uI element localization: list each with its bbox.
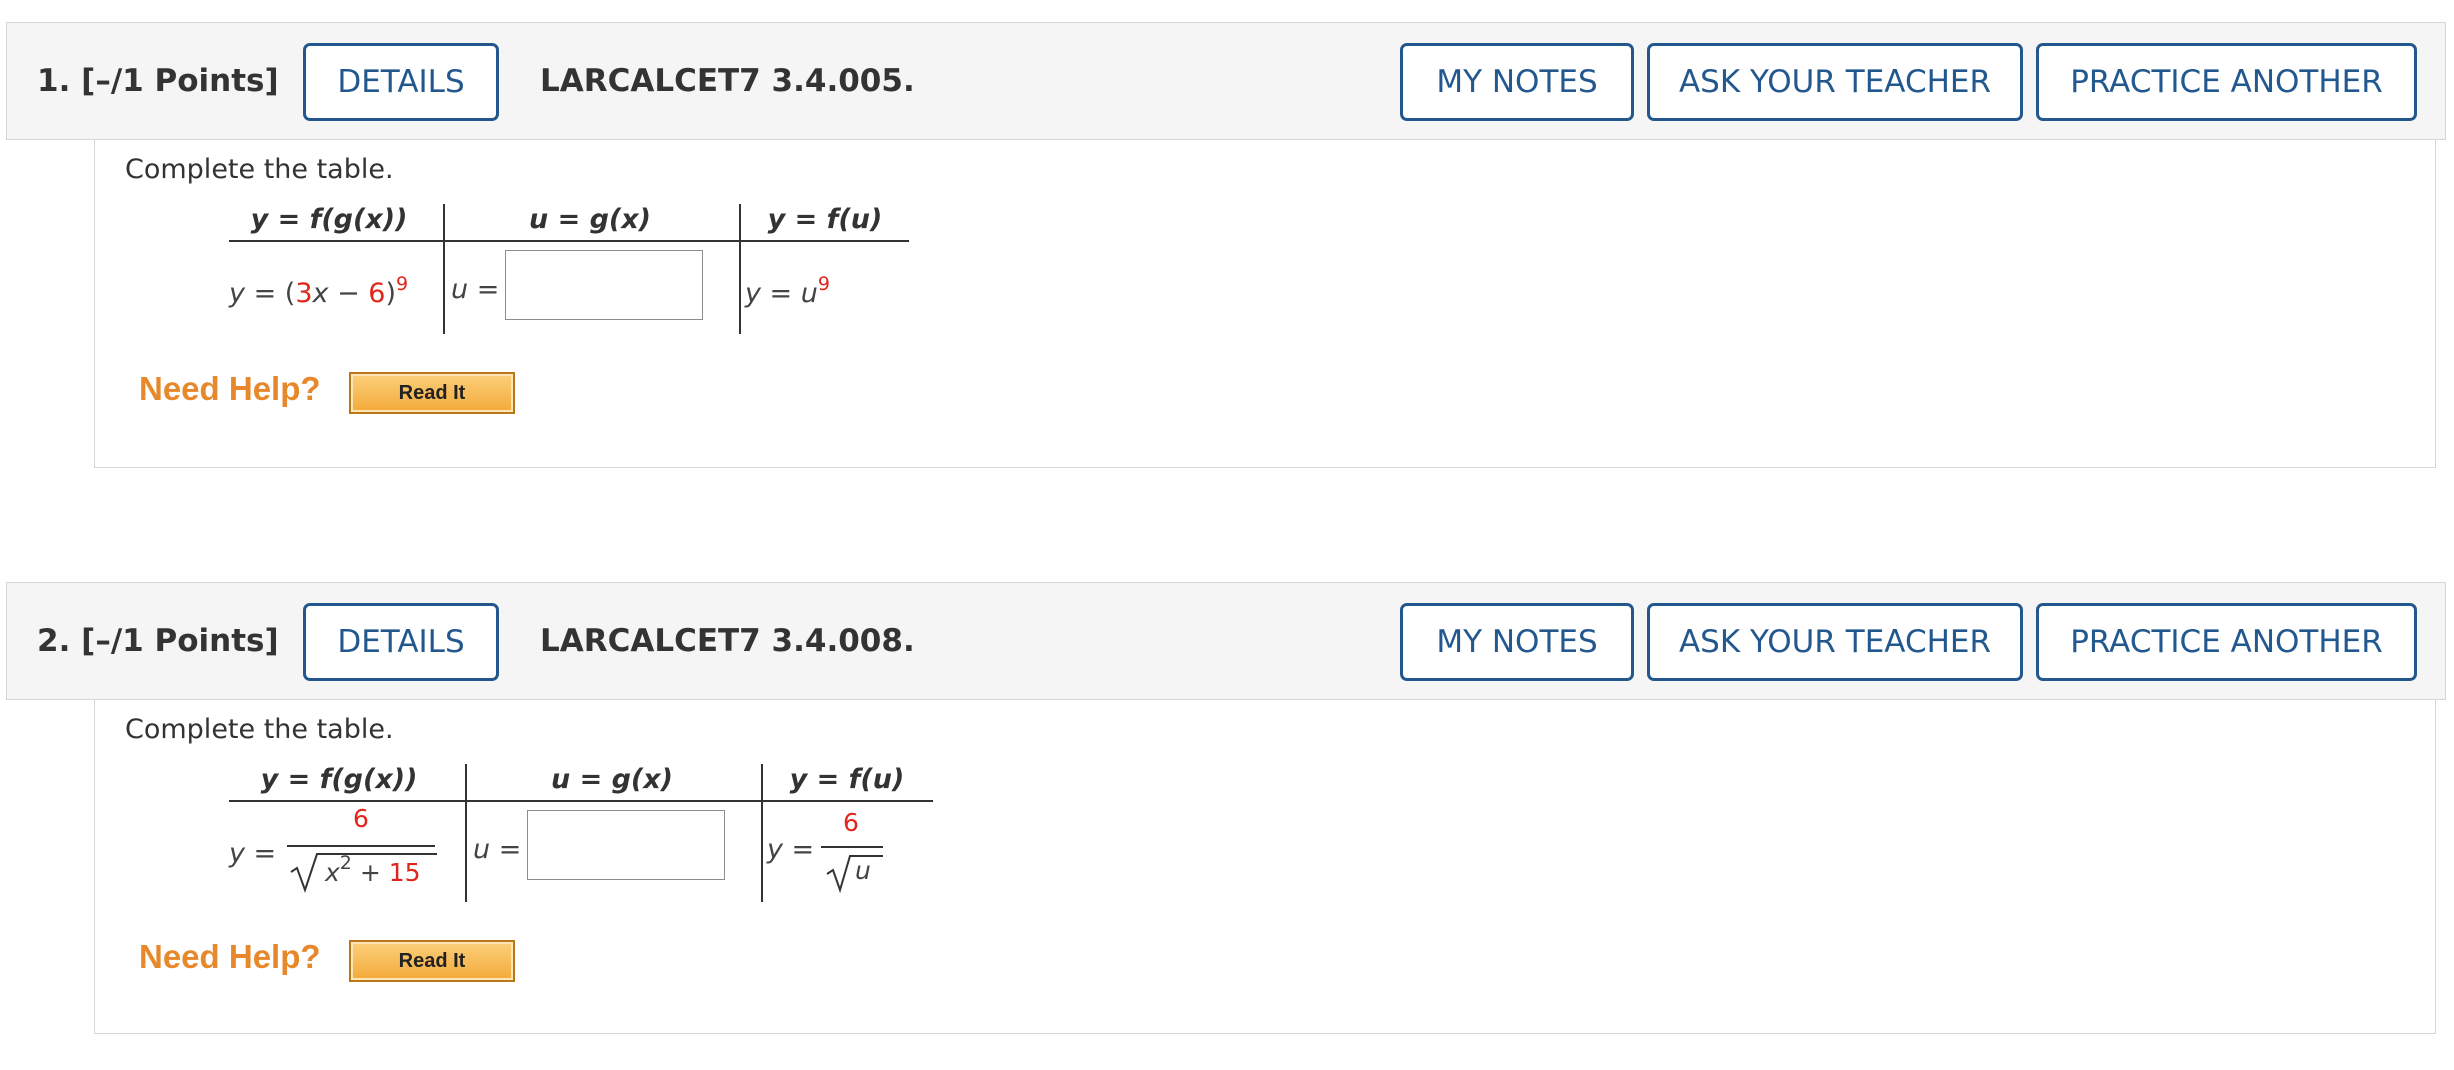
question-prompt: Complete the table. bbox=[125, 714, 394, 745]
my-notes-button[interactable]: MY NOTES bbox=[1400, 43, 1634, 121]
inner-label: u = bbox=[451, 274, 500, 305]
table-header-composite: y = f(g(x)) bbox=[260, 764, 418, 795]
question-number: 1. bbox=[37, 63, 71, 99]
inner-function-input[interactable] bbox=[527, 810, 725, 880]
fraction-bar bbox=[821, 846, 883, 848]
question-points-title: 2. [–/1 Points] bbox=[37, 623, 279, 659]
question-code: LARCALCET7 3.4.005. bbox=[540, 63, 915, 99]
details-button[interactable]: DETAILS bbox=[303, 43, 499, 121]
question-number: 2. bbox=[37, 623, 71, 659]
composite-function: y = (3x − 6)9 bbox=[229, 273, 409, 309]
column-divider bbox=[739, 204, 741, 334]
table-header-composite: y = f(g(x)) bbox=[250, 204, 408, 235]
table-header-inner: u = g(x) bbox=[550, 764, 674, 795]
points-label: [–/1 Points] bbox=[81, 63, 279, 99]
question-body: Complete the table. y = f(g(x)) u = g(x)… bbox=[94, 140, 2436, 468]
column-divider bbox=[761, 764, 763, 902]
header-underline bbox=[229, 240, 909, 242]
practice-another-button[interactable]: PRACTICE ANOTHER bbox=[2036, 43, 2417, 121]
need-help-label: Need Help? bbox=[139, 370, 321, 407]
question-code: LARCALCET7 3.4.008. bbox=[540, 623, 915, 659]
numerator: 6 bbox=[843, 808, 859, 837]
practice-another-button[interactable]: PRACTICE ANOTHER bbox=[2036, 603, 2417, 681]
outer-function: y = u9 bbox=[745, 273, 830, 309]
question-header: 2. [–/1 Points] DETAILS LARCALCET7 3.4.0… bbox=[6, 582, 2446, 700]
header-underline bbox=[229, 800, 933, 802]
column-divider bbox=[465, 764, 467, 902]
details-button[interactable]: DETAILS bbox=[303, 603, 499, 681]
table-header-inner: u = g(x) bbox=[528, 204, 652, 235]
table-header-outer: y = f(u) bbox=[789, 764, 905, 795]
column-divider bbox=[443, 204, 445, 334]
radicand: u bbox=[855, 856, 871, 885]
question-header: 1. [–/1 Points] DETAILS LARCALCET7 3.4.0… bbox=[6, 22, 2446, 140]
inner-label: u = bbox=[473, 834, 522, 865]
read-it-button[interactable]: Read It bbox=[349, 372, 515, 414]
numerator: 6 bbox=[353, 804, 369, 833]
table-header-outer: y = f(u) bbox=[767, 204, 883, 235]
question-prompt: Complete the table. bbox=[125, 154, 394, 185]
read-it-button[interactable]: Read It bbox=[349, 940, 515, 982]
points-label: [–/1 Points] bbox=[81, 623, 279, 659]
question-body: Complete the table. y = f(g(x)) u = g(x)… bbox=[94, 700, 2436, 1034]
question-points-title: 1. [–/1 Points] bbox=[37, 63, 279, 99]
need-help-label: Need Help? bbox=[139, 938, 321, 975]
ask-teacher-button[interactable]: ASK YOUR TEACHER bbox=[1647, 603, 2023, 681]
fraction-bar bbox=[287, 845, 435, 847]
ask-teacher-button[interactable]: ASK YOUR TEACHER bbox=[1647, 43, 2023, 121]
my-notes-button[interactable]: MY NOTES bbox=[1400, 603, 1634, 681]
inner-function-input[interactable] bbox=[505, 250, 703, 320]
radicand: x2 + 15 bbox=[325, 852, 421, 887]
